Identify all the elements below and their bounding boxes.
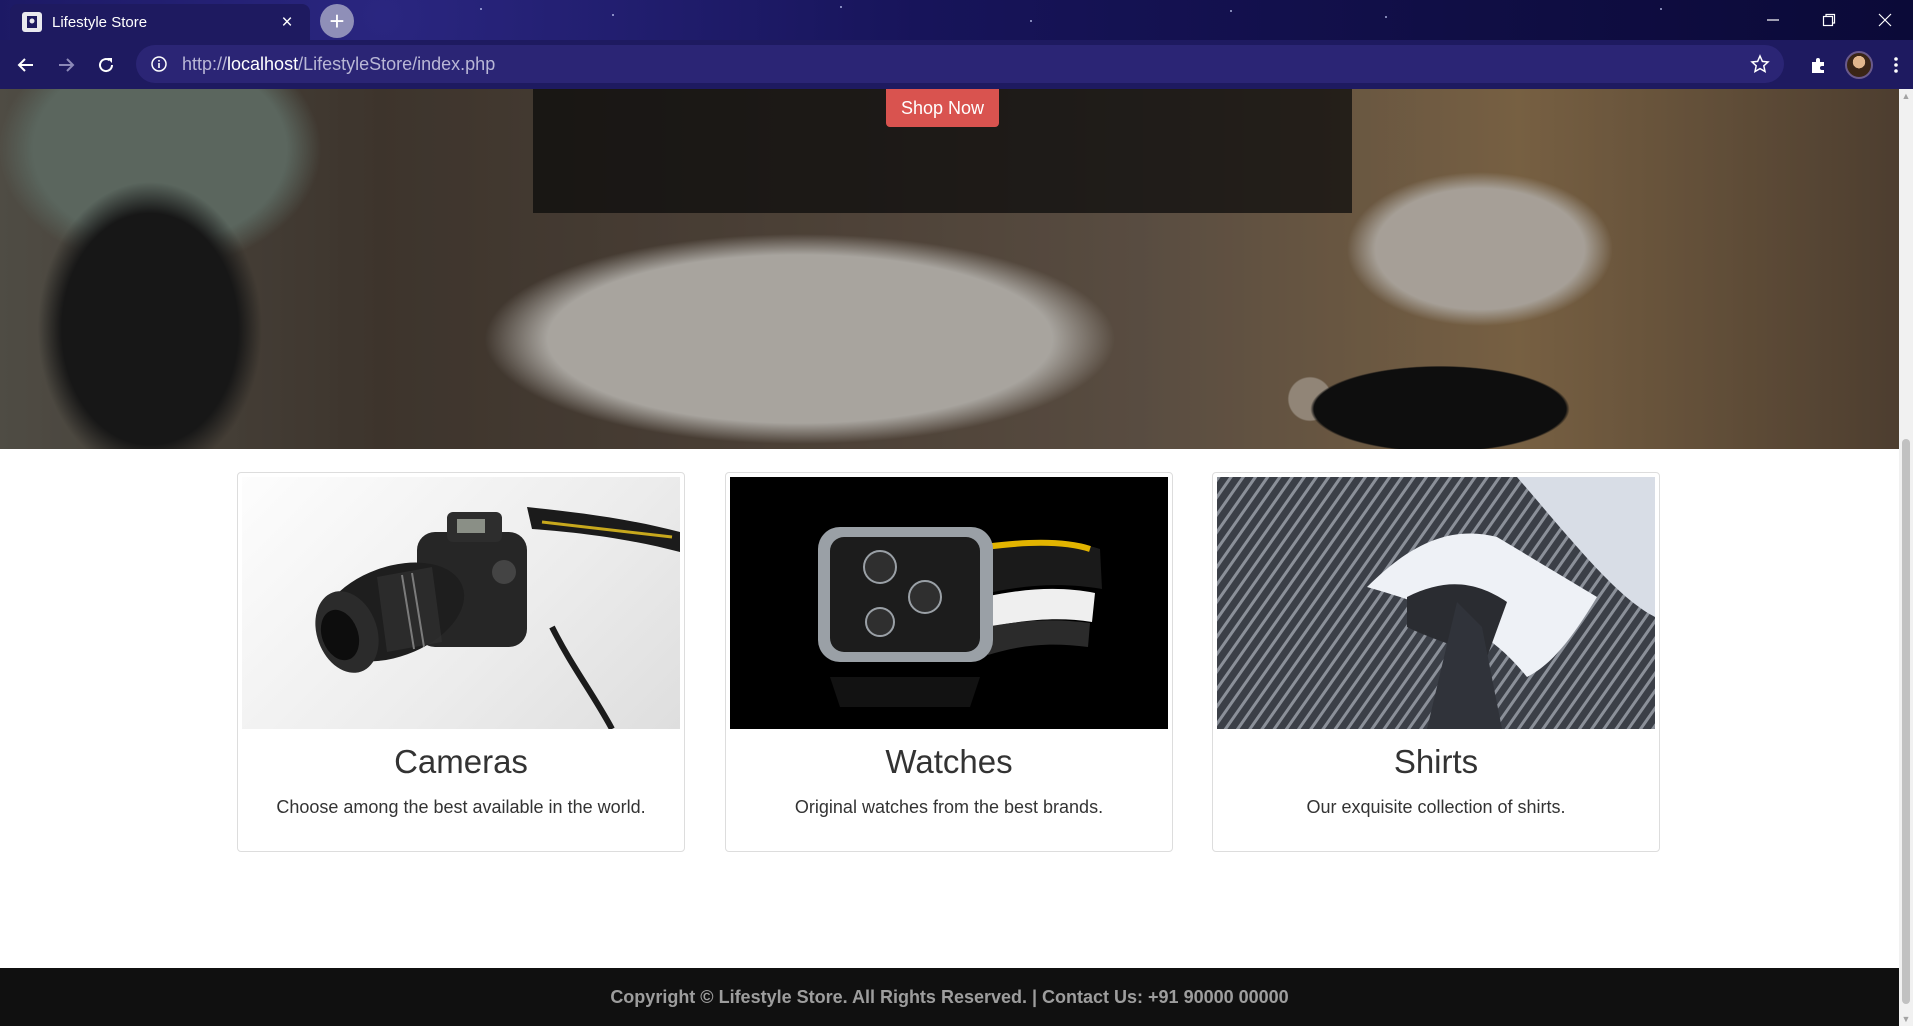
more-vert-icon [1894, 56, 1898, 73]
browser-titlebar: Lifestyle Store × + [0, 0, 1913, 40]
camera-image[interactable] [242, 477, 680, 729]
tab-title: Lifestyle Store [52, 13, 148, 31]
close-icon [1878, 13, 1892, 27]
shop-now-button[interactable]: Shop Now [886, 89, 999, 127]
card-description: Choose among the best available in the w… [276, 797, 646, 817]
hero-banner-image: Shop Now [0, 89, 1899, 449]
page-scrollbar[interactable]: ▲ ▼ [1899, 89, 1913, 1026]
camera-illustration [315, 507, 680, 729]
background-star [840, 6, 842, 8]
forward-button[interactable] [46, 45, 86, 85]
reload-button[interactable] [86, 45, 126, 85]
category-card-watches[interactable]: Watches Original watches from the best b… [725, 472, 1173, 852]
card-title[interactable]: Cameras [242, 743, 680, 781]
card-title[interactable]: Watches [730, 743, 1168, 781]
watch-image[interactable] [730, 477, 1168, 729]
category-section: Cameras Choose among the best available … [0, 472, 1899, 852]
watch-illustration [818, 527, 1102, 707]
scroll-down-icon[interactable]: ▼ [1901, 1014, 1911, 1024]
restore-button[interactable] [1801, 0, 1857, 40]
category-card-cameras[interactable]: Cameras Choose among the best available … [237, 472, 685, 852]
url-host: localhost [227, 53, 299, 74]
shirt-illustration [1217, 477, 1655, 729]
footer-copyright: Copyright © Lifestyle Store. All Rights … [610, 986, 1289, 1007]
bookmark-star-icon[interactable] [1750, 54, 1770, 74]
minimize-icon [1767, 19, 1779, 21]
card-title[interactable]: Shirts [1217, 743, 1655, 781]
scroll-up-icon[interactable]: ▲ [1901, 91, 1911, 101]
minimize-button[interactable] [1745, 0, 1801, 40]
info-icon[interactable] [150, 55, 168, 73]
url-path: /LifestyleStore/index.php [298, 53, 496, 74]
extensions-button[interactable] [1799, 45, 1839, 85]
window-controls [1745, 0, 1913, 40]
card-description: Original watches from the best brands. [794, 797, 1104, 817]
background-star [1660, 8, 1662, 10]
url-scheme: http:// [182, 53, 228, 74]
arrow-right-icon [59, 57, 75, 72]
url-text[interactable]: http://localhost/LifestyleStore/index.ph… [182, 54, 495, 75]
toolbar-right [1799, 40, 1913, 89]
shirt-image[interactable] [1217, 477, 1655, 729]
background-star [1230, 10, 1232, 12]
background-star [480, 8, 482, 10]
scrollbar-thumb[interactable] [1902, 439, 1910, 1004]
address-bar[interactable]: http://localhost/LifestyleStore/index.ph… [136, 45, 1784, 83]
close-window-button[interactable] [1857, 0, 1913, 40]
browser-toolbar: http://localhost/LifestyleStore/index.ph… [0, 40, 1913, 89]
puzzle-icon [1812, 57, 1824, 73]
tab-close-icon[interactable]: × [276, 13, 298, 32]
profile-button[interactable] [1839, 45, 1879, 85]
restore-icon [1822, 13, 1836, 27]
avatar [1845, 50, 1873, 79]
background-star [1030, 20, 1032, 22]
favicon-icon [22, 12, 42, 32]
reload-icon [99, 57, 114, 72]
site-footer: Copyright © Lifestyle Store. All Rights … [0, 968, 1899, 1026]
background-star [1385, 16, 1387, 18]
arrow-left-icon [17, 57, 33, 72]
menu-button[interactable] [1879, 45, 1913, 85]
background-star [612, 14, 614, 16]
back-button[interactable] [6, 45, 46, 85]
browser-tab[interactable]: Lifestyle Store × [10, 4, 310, 40]
page-viewport: Shop Now Cameras Choose among the best a… [0, 89, 1899, 1026]
category-card-shirts[interactable]: Shirts Our exquisite collection of shirt… [1212, 472, 1660, 852]
card-description: Our exquisite collection of shirts. [1306, 797, 1566, 817]
new-tab-button[interactable]: + [320, 4, 354, 38]
